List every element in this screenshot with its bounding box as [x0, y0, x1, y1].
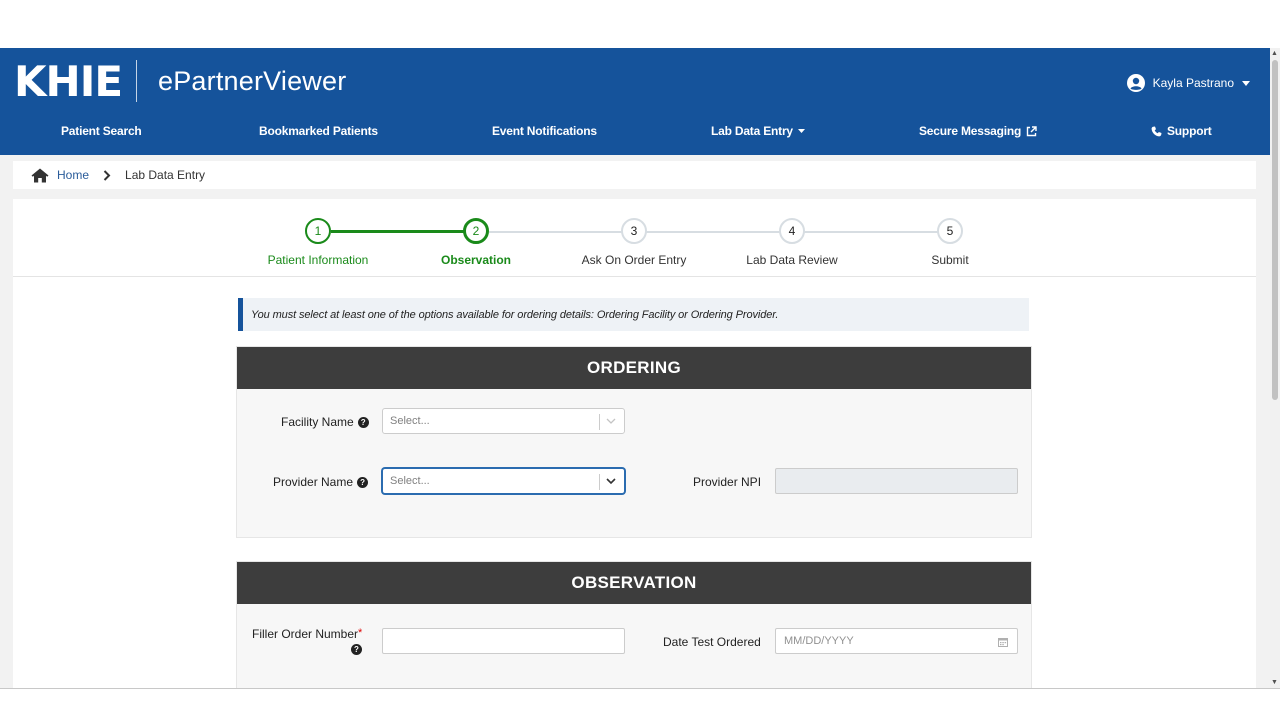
facility-name-label: Facility Name ? — [281, 415, 369, 429]
step-number: 4 — [788, 224, 796, 238]
scroll-up-arrow-icon[interactable]: ▲ — [1271, 50, 1278, 57]
step-number: 5 — [946, 224, 954, 238]
provider-name-label: Provider Name ? — [273, 475, 369, 489]
nav-label: Bookmarked Patients — [259, 124, 378, 138]
help-icon[interactable]: ? — [351, 644, 362, 655]
date-test-ordered-input[interactable]: MM/DD/YYYY — [775, 628, 1018, 654]
label-text: Provider NPI — [693, 475, 762, 489]
step-4-circle[interactable]: 4 — [779, 218, 805, 244]
scroll-down-arrow-icon[interactable]: ▼ — [1271, 679, 1278, 686]
required-asterisk: * — [358, 627, 363, 639]
select-separator — [599, 414, 600, 430]
stepper-divider — [13, 276, 1256, 277]
select-placeholder: Select... — [390, 475, 430, 487]
date-test-ordered-label: Date Test Ordered — [663, 635, 761, 649]
help-icon[interactable]: ? — [357, 476, 369, 488]
breadcrumb-current: Lab Data Entry — [125, 168, 206, 182]
step-number: 2 — [472, 224, 480, 238]
chevron-down-icon — [606, 418, 616, 424]
ordering-info-alert: You must select at least one of the opti… — [238, 298, 1029, 331]
breadcrumb: Home Lab Data Entry — [13, 161, 1256, 189]
nav-event-notifications[interactable]: Event Notifications — [492, 124, 597, 138]
select-placeholder: Select... — [390, 415, 430, 427]
label-text: Filler Order Number — [252, 627, 359, 641]
ordering-section-title: ORDERING — [237, 347, 1031, 389]
chevron-right-icon — [103, 169, 111, 181]
nav-label: Support — [1167, 124, 1212, 138]
chevron-down-icon — [606, 478, 616, 485]
home-icon[interactable] — [31, 168, 49, 183]
user-name: Kayla Pastrano — [1152, 76, 1234, 90]
step-number: 3 — [630, 224, 638, 238]
page: KHIE ePartnerViewer Kayla Pastrano Patie… — [0, 0, 1280, 720]
facility-name-select[interactable]: Select... — [382, 408, 625, 434]
nav-label: Secure Messaging — [919, 124, 1022, 138]
step-2-label: Observation — [440, 253, 512, 267]
top-whitespace — [0, 0, 1280, 48]
nav-label: Lab Data Entry — [711, 124, 793, 138]
step-5-circle[interactable]: 5 — [937, 218, 963, 244]
observation-section-title: OBSERVATION — [237, 562, 1031, 604]
step-5-label: Submit — [931, 253, 969, 267]
label-text: Provider Name — [273, 475, 354, 489]
top-navbar: KHIE ePartnerViewer Kayla Pastrano Patie… — [0, 48, 1270, 155]
step-4-label: Lab Data Review — [746, 253, 838, 267]
phone-icon — [1151, 126, 1162, 136]
step-number: 1 — [314, 224, 322, 238]
provider-name-select[interactable]: Select... — [382, 468, 625, 494]
nav-lab-data-entry[interactable]: Lab Data Entry — [711, 124, 805, 138]
app-name: ePartnerViewer — [158, 66, 347, 96]
caret-down-icon — [797, 129, 805, 133]
nav-patient-search[interactable]: Patient Search — [61, 124, 142, 138]
step-1-circle[interactable]: 1 — [305, 218, 331, 244]
step-2-circle[interactable]: 2 — [463, 218, 489, 244]
scroll-thumb[interactable] — [1272, 60, 1278, 400]
nav-secure-messaging[interactable]: Secure Messaging — [919, 124, 1037, 138]
stepper-line-complete — [331, 230, 477, 233]
ordering-section: ORDERING Facility Name ? Select... Provi… — [236, 346, 1032, 538]
calendar-icon[interactable] — [998, 637, 1008, 647]
caret-down-icon — [1242, 80, 1250, 86]
external-link-icon — [1026, 125, 1037, 136]
page-scrollbar[interactable]: ▲ ▼ — [1270, 48, 1280, 688]
observation-section: OBSERVATION Filler Order Number * ? Date … — [236, 561, 1032, 701]
select-separator — [599, 474, 600, 490]
input-placeholder: MM/DD/YYYY — [784, 635, 854, 647]
user-menu[interactable]: Kayla Pastrano — [1126, 74, 1250, 92]
khie-logo[interactable]: KHIE — [14, 57, 123, 106]
breadcrumb-home-link[interactable]: Home — [57, 168, 89, 182]
step-3-circle[interactable]: 3 — [621, 218, 647, 244]
help-icon[interactable]: ? — [357, 416, 369, 428]
label-text: Date Test Ordered — [663, 635, 761, 649]
provider-npi-input — [775, 468, 1018, 494]
filler-order-number-label: Filler Order Number * — [252, 627, 362, 641]
label-text: Facility Name — [281, 415, 354, 429]
main-nav: Patient Search Bookmarked Patients Event… — [0, 124, 1270, 146]
stepper-line-pending — [489, 231, 951, 233]
provider-npi-label: Provider NPI — [693, 475, 761, 489]
nav-label: Patient Search — [61, 124, 142, 138]
nav-bookmarked-patients[interactable]: Bookmarked Patients — [259, 124, 378, 138]
step-1-label: Patient Information — [267, 253, 369, 267]
step-3-label: Ask On Order Entry — [581, 253, 687, 267]
filler-order-number-input[interactable] — [382, 628, 625, 654]
nav-support[interactable]: Support — [1151, 124, 1212, 138]
bottom-whitespace — [0, 689, 1280, 720]
user-avatar-icon — [1126, 74, 1145, 92]
nav-label: Event Notifications — [492, 124, 597, 138]
logo-divider — [136, 60, 137, 102]
logo-text: KHIE — [14, 57, 123, 106]
